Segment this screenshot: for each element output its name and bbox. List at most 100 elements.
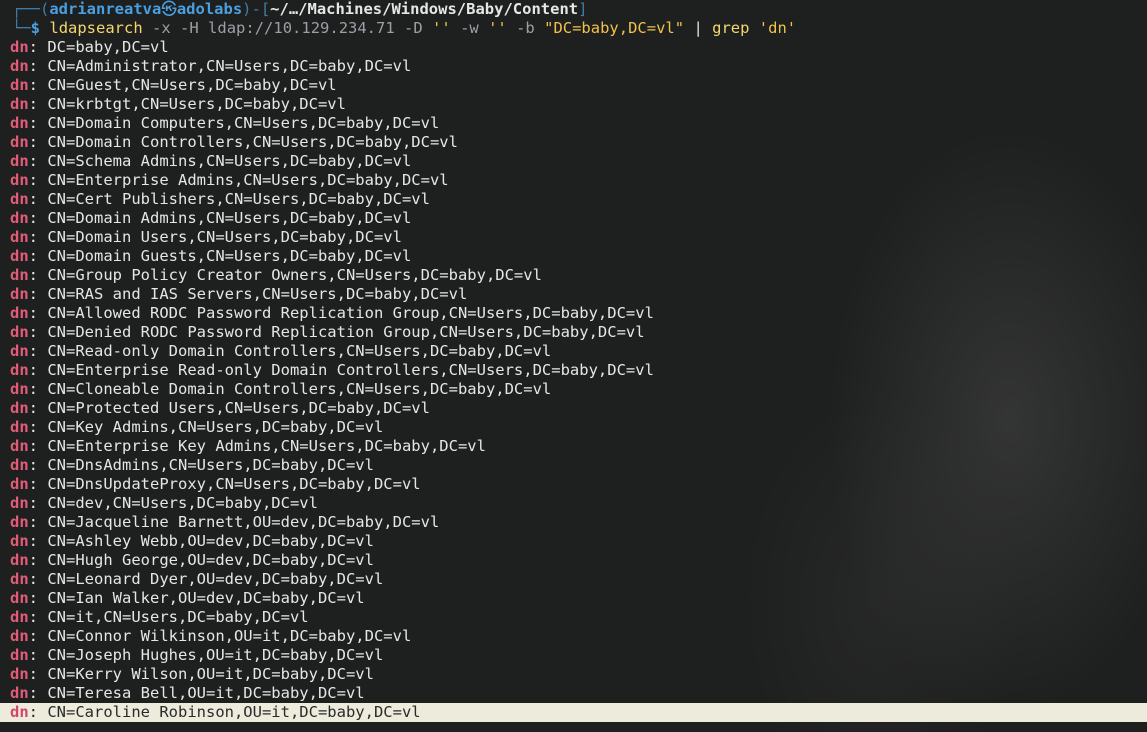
output-line: dn: CN=Guest,CN=Users,DC=baby,DC=vl	[0, 76, 1147, 95]
dn-separator: :	[28, 190, 48, 208]
dn-value: CN=Administrator,CN=Users,DC=baby,DC=vl	[47, 57, 412, 75]
dn-value: CN=Cert Publishers,CN=Users,DC=baby,DC=v…	[47, 190, 430, 208]
terminal-window[interactable]: ┌──(adrianreatva㉿adolabs)-[~/…/Machines/…	[0, 0, 1147, 732]
dn-key: dn	[10, 703, 29, 721]
prompt-frame-top: ┌──(	[12, 0, 50, 18]
command-grep: grep	[712, 19, 750, 37]
dn-value: CN=Leonard Dyer,OU=dev,DC=baby,DC=vl	[47, 570, 384, 588]
dn-value: CN=Hugh George,OU=dev,DC=baby,DC=vl	[47, 551, 374, 569]
dn-value: CN=DnsUpdateProxy,CN=Users,DC=baby,DC=vl	[47, 475, 421, 493]
output-line: dn: CN=Enterprise Admins,CN=Users,DC=bab…	[0, 171, 1147, 190]
dn-separator: :	[28, 684, 48, 702]
dn-separator: :	[28, 665, 48, 683]
dn-separator: :	[28, 266, 48, 284]
dn-value: CN=Caroline Robinson,OU=it,DC=baby,DC=vl	[47, 703, 421, 721]
dn-value: CN=Ian Walker,OU=dev,DC=baby,DC=vl	[47, 589, 365, 607]
dn-separator: :	[28, 361, 48, 379]
output-line: dn: CN=Read-only Domain Controllers,CN=U…	[0, 342, 1147, 361]
dn-value: CN=Ashley Webb,OU=dev,DC=baby,DC=vl	[47, 532, 374, 550]
output-line: dn: CN=Connor Wilkinson,OU=it,DC=baby,DC…	[0, 627, 1147, 646]
dn-separator: :	[28, 437, 48, 455]
command-url: ldap://10.129.234.71	[208, 19, 395, 37]
command-pattern: 'dn'	[758, 19, 797, 37]
dn-value: CN=Denied RODC Password Replication Grou…	[47, 323, 645, 341]
dn-value: CN=Key Admins,CN=Users,DC=baby,DC=vl	[47, 418, 384, 436]
dn-key: dn	[10, 399, 29, 417]
dn-key: dn	[10, 342, 29, 360]
command-empty-2: ''	[488, 19, 507, 37]
prompt-at-symbol: ㉿	[161, 0, 177, 18]
dn-value: CN=dev,CN=Users,DC=baby,DC=vl	[47, 494, 318, 512]
output-line: dn: CN=Kerry Wilson,OU=it,DC=baby,DC=vl	[0, 665, 1147, 684]
dn-separator: :	[28, 646, 48, 664]
prompt-dollar: $	[30, 19, 41, 37]
dn-key: dn	[10, 247, 29, 265]
dn-value: CN=Read-only Domain Controllers,CN=Users…	[47, 342, 552, 360]
dn-value: CN=Schema Admins,CN=Users,DC=baby,DC=vl	[47, 152, 412, 170]
output-line: dn: CN=Domain Guests,CN=Users,DC=baby,DC…	[0, 247, 1147, 266]
dn-separator: :	[28, 513, 48, 531]
dn-separator: :	[28, 494, 48, 512]
dn-separator: :	[28, 380, 48, 398]
output-line: dn: CN=Key Admins,CN=Users,DC=baby,DC=vl	[0, 418, 1147, 437]
prompt-username: adrianreatva	[49, 0, 162, 18]
prompt-frame-mid: )-[	[242, 0, 271, 18]
output-line: dn: CN=Jacqueline Barnett,OU=dev,DC=baby…	[0, 513, 1147, 532]
command-args-2: -D	[404, 19, 423, 37]
dn-separator: :	[28, 38, 48, 56]
dn-separator: :	[28, 475, 48, 493]
dn-value: CN=Domain Guests,CN=Users,DC=baby,DC=vl	[47, 247, 412, 265]
prompt-path: ~/…/Machines/Windows/Baby/Content	[270, 0, 579, 18]
dn-key: dn	[10, 304, 29, 322]
output-line: dn: CN=Hugh George,OU=dev,DC=baby,DC=vl	[0, 551, 1147, 570]
dn-key: dn	[10, 475, 29, 493]
dn-key: dn	[10, 684, 29, 702]
output-line: dn: CN=Teresa Bell,OU=it,DC=baby,DC=vl	[0, 684, 1147, 703]
dn-separator: :	[28, 95, 48, 113]
dn-separator: :	[28, 608, 48, 626]
dn-key: dn	[10, 627, 29, 645]
dn-value: CN=Group Policy Creator Owners,CN=Users,…	[47, 266, 542, 284]
dn-separator: :	[28, 342, 48, 360]
output-line: dn: CN=it,CN=Users,DC=baby,DC=vl	[0, 608, 1147, 627]
dn-separator: :	[28, 285, 48, 303]
prompt-header: ┌──(adrianreatva㉿adolabs)-[~/…/Machines/…	[0, 0, 1147, 19]
dn-separator: :	[28, 703, 48, 721]
dn-key: dn	[10, 228, 29, 246]
output-line: dn: CN=Administrator,CN=Users,DC=baby,DC…	[0, 57, 1147, 76]
output-line: dn: CN=Protected Users,CN=Users,DC=baby,…	[0, 399, 1147, 418]
dn-value: CN=Kerry Wilson,OU=it,DC=baby,DC=vl	[47, 665, 374, 683]
dn-key: dn	[10, 57, 29, 75]
dn-key: dn	[10, 323, 29, 341]
prompt-frame-end: ]	[578, 0, 588, 18]
dn-value: DC=baby,DC=vl	[47, 38, 169, 56]
output-line: dn: CN=RAS and IAS Servers,CN=Users,DC=b…	[0, 285, 1147, 304]
dn-key: dn	[10, 608, 29, 626]
dn-separator: :	[28, 76, 48, 94]
dn-key: dn	[10, 76, 29, 94]
dn-key: dn	[10, 551, 29, 569]
dn-key: dn	[10, 209, 29, 227]
dn-value: CN=Enterprise Admins,CN=Users,DC=baby,DC…	[47, 171, 449, 189]
command-output: dn: DC=baby,DC=vl dn: CN=Administrator,CN…	[0, 38, 1147, 722]
output-line: dn: CN=Schema Admins,CN=Users,DC=baby,DC…	[0, 152, 1147, 171]
dn-value: CN=Jacqueline Barnett,OU=dev,DC=baby,DC=…	[47, 513, 440, 531]
dn-key: dn	[10, 114, 29, 132]
output-line: dn: CN=Domain Users,CN=Users,DC=baby,DC=…	[0, 228, 1147, 247]
dn-key: dn	[10, 646, 29, 664]
dn-key: dn	[10, 95, 29, 113]
command-program: ldapsearch	[49, 19, 143, 37]
dn-key: dn	[10, 380, 29, 398]
output-line: dn: CN=Leonard Dyer,OU=dev,DC=baby,DC=vl	[0, 570, 1147, 589]
dn-value: CN=Domain Computers,CN=Users,DC=baby,DC=…	[47, 114, 440, 132]
command-line[interactable]: └─$ ldapsearch -x -H ldap://10.129.234.7…	[0, 19, 1147, 38]
dn-value: CN=RAS and IAS Servers,CN=Users,DC=baby,…	[47, 285, 468, 303]
dn-value: CN=Domain Admins,CN=Users,DC=baby,DC=vl	[47, 209, 412, 227]
dn-separator: :	[28, 171, 48, 189]
dn-key: dn	[10, 38, 29, 56]
output-line: dn: CN=Domain Admins,CN=Users,DC=baby,DC…	[0, 209, 1147, 228]
output-line: dn: CN=Domain Controllers,CN=Users,DC=ba…	[0, 133, 1147, 152]
dn-separator: :	[28, 418, 48, 436]
dn-value: CN=Enterprise Key Admins,CN=Users,DC=bab…	[47, 437, 486, 455]
output-line: dn: CN=Denied RODC Password Replication …	[0, 323, 1147, 342]
